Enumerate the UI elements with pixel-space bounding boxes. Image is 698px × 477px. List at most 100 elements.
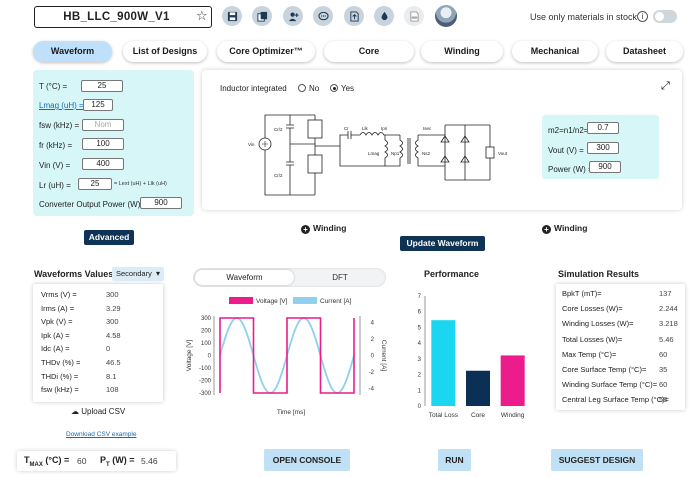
- advanced-button[interactable]: Advanced: [84, 230, 134, 245]
- vin-input[interactable]: 400: [82, 158, 124, 170]
- tab-core[interactable]: Core: [324, 41, 414, 62]
- simulation-result-label: BpkT (mT)=: [562, 289, 602, 298]
- perf-y-tick-label: 4: [418, 341, 422, 347]
- y-tick-label: 200: [201, 329, 212, 335]
- y-axis-label: Voltage [V]: [186, 340, 193, 372]
- simulation-result-value: 2.244: [659, 304, 678, 314]
- winding-selector[interactable]: Secondary: [112, 267, 164, 281]
- legend-current-label: Current [A]: [320, 298, 352, 305]
- label-llk: Llk: [362, 126, 369, 131]
- fsw-input[interactable]: Nom: [82, 119, 124, 131]
- waveform-view-button[interactable]: Waveform: [195, 270, 294, 285]
- inductor-yes-radio[interactable]: [330, 84, 338, 92]
- turns-ratio-label: m2=n1/n2=: [548, 126, 589, 135]
- lmag-input[interactable]: 125: [83, 99, 113, 111]
- performance-category-label: Core: [471, 412, 485, 419]
- info-icon[interactable]: i: [637, 11, 648, 22]
- tab-datasheet[interactable]: Datasheet: [606, 41, 683, 62]
- label-lmag: Lmag: [368, 151, 380, 156]
- power-input[interactable]: 900: [589, 161, 621, 173]
- export-icon[interactable]: [344, 6, 364, 26]
- upload-csv-label: Upload CSV: [81, 407, 126, 416]
- suggest-design-button[interactable]: SUGGEST DESIGN: [551, 449, 643, 471]
- lmag-label[interactable]: Lmag (uH) =: [39, 101, 84, 110]
- performance-bar: [466, 370, 490, 406]
- add-user-icon[interactable]: [283, 6, 303, 26]
- pdf-icon[interactable]: [404, 6, 424, 26]
- waveform-value-label: Vpk (V) =: [41, 317, 73, 327]
- simulation-result-value: 35: [659, 365, 668, 374]
- temperature-input[interactable]: 25: [81, 80, 123, 92]
- performance-bar: [431, 320, 456, 406]
- simulation-result-label: Max Temp (°C)=: [562, 349, 617, 359]
- tab-list-of-designs[interactable]: List of Designs: [123, 41, 207, 62]
- expand-icon[interactable]: ⤢: [661, 80, 670, 93]
- legend-voltage-label: Voltage [V]: [256, 298, 288, 305]
- design-name[interactable]: HB_LLC_900W_V1: [34, 6, 199, 28]
- secondary-winding-link[interactable]: + Winding: [542, 223, 587, 234]
- llc-schematic-diagram: Vin Cr/2 Cr/2 Cr Llk Ipri Lmag Np1 Isec …: [248, 114, 508, 196]
- vout-label: Vout (V) =: [548, 146, 584, 155]
- upload-csv-button[interactable]: ☁ Upload CSV: [71, 407, 125, 416]
- label-np1: Np1: [391, 151, 400, 156]
- y-tick-label: 0: [208, 354, 212, 360]
- avatar[interactable]: [435, 5, 457, 27]
- y-tick-label: 300: [201, 316, 212, 322]
- stock-toggle[interactable]: [653, 10, 677, 23]
- run-button[interactable]: RUN: [438, 449, 471, 471]
- label-cr: Cr: [344, 126, 349, 131]
- y2-tick-label: 0: [371, 354, 375, 360]
- download-csv-link[interactable]: Download CSV example: [66, 431, 136, 438]
- output-power-input[interactable]: 900: [140, 197, 182, 209]
- simulation-result-value: 60: [659, 349, 668, 359]
- primary-winding-link[interactable]: + Winding: [301, 223, 346, 234]
- simulation-result-label: Winding Surface Temp (°C)=: [562, 380, 658, 390]
- y2-tick-label: 2: [371, 337, 375, 343]
- waveform-chart: Voltage [V] Current [A] 300 200 100 0 -100 -200…: [186, 297, 387, 416]
- dft-view-button[interactable]: DFT: [296, 270, 384, 285]
- simulation-result-label: Core Losses (W)=: [562, 304, 623, 314]
- inductor-no-label: No: [309, 84, 320, 93]
- y2-axis-label: Current [A]: [380, 340, 387, 372]
- performance-category-label: Total Loss: [429, 412, 459, 419]
- save-icon[interactable]: [222, 6, 242, 26]
- waveform-value: 108: [106, 385, 119, 395]
- fsw-label: fsw (kHz) =: [39, 121, 80, 130]
- lr-label: Lr (uH) =: [39, 181, 71, 190]
- plus-icon: +: [301, 225, 310, 234]
- open-console-button[interactable]: OPEN CONSOLE: [264, 449, 350, 471]
- label-vout: Vout: [498, 151, 508, 156]
- update-waveform-button[interactable]: Update Waveform: [400, 236, 485, 251]
- fr-label: fr (kHz) =: [39, 141, 73, 150]
- waveform-values-title: Waveforms Values: [34, 269, 114, 279]
- drop-icon[interactable]: [374, 6, 394, 26]
- inductor-no-radio[interactable]: [298, 84, 306, 92]
- comment-icon[interactable]: [313, 6, 333, 26]
- lr-input[interactable]: 25: [78, 178, 112, 190]
- tab-mechanical[interactable]: Mechanical: [512, 41, 598, 62]
- waveform-value: 3.29: [106, 303, 121, 313]
- vout-input[interactable]: 300: [587, 142, 619, 154]
- plus-icon: +: [542, 225, 551, 234]
- temperature-label: T (°C) =: [39, 82, 68, 91]
- tab-waveform[interactable]: Waveform: [33, 41, 112, 62]
- waveform-value-label: Idc (A) =: [41, 344, 70, 354]
- y-tick-label: -100: [199, 366, 212, 372]
- simulation-result-value: 60: [659, 380, 668, 390]
- pt-label: PT (W) =: [100, 455, 135, 468]
- copy-icon[interactable]: [252, 6, 272, 26]
- waveform-value: 46.5: [106, 358, 121, 367]
- inductor-integrated-label: Inductor integrated: [220, 84, 287, 93]
- simulation-result-value: 3.218: [659, 319, 678, 329]
- output-power-label: Converter Output Power (W) =: [39, 200, 148, 209]
- perf-y-tick-label: 3: [418, 357, 422, 363]
- waveform-value-label: THDv (%) =: [41, 358, 81, 367]
- simulation-result-value: 5.46: [659, 334, 674, 344]
- fr-input[interactable]: 100: [82, 138, 124, 150]
- turns-ratio-input[interactable]: 0.7: [587, 122, 619, 134]
- star-icon[interactable]: ☆: [196, 8, 208, 24]
- tab-winding[interactable]: Winding: [421, 41, 503, 62]
- waveform-value-label: THDi (%) =: [41, 371, 79, 381]
- tab-core-optimizer[interactable]: Core Optimizer™: [217, 41, 315, 62]
- perf-y-tick-label: 6: [418, 310, 422, 316]
